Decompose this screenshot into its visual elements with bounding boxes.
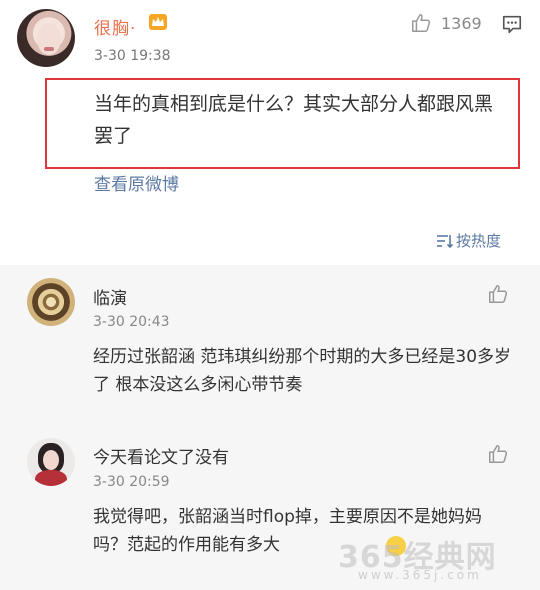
main-comment-timestamp: 3-30 19:38 <box>94 48 171 64</box>
main-comment-username[interactable]: 很胸· <box>94 14 136 39</box>
thumb-up-icon[interactable] <box>487 443 509 465</box>
sort-label: 按热度 <box>456 232 502 250</box>
main-comment-like-count: 1369 <box>441 14 482 33</box>
sort-button[interactable]: 按热度 <box>436 230 501 251</box>
crown-badge-icon <box>149 14 167 30</box>
sort-icon <box>437 234 454 248</box>
comment-bubble-icon[interactable] <box>501 13 523 35</box>
watermark-url: www.365j.com <box>358 568 482 582</box>
avatar-face <box>43 450 59 470</box>
thumb-up-icon[interactable] <box>410 12 432 34</box>
thumb-up-icon[interactable] <box>487 283 509 305</box>
reply-timestamp: 3-30 20:59 <box>93 474 170 490</box>
avatar-body <box>35 470 67 486</box>
reply-text: 经历过张韶涵 范玮琪纠纷那个时期的大多已经是30多岁了 根本没这么多闲心带节奏 <box>93 347 512 395</box>
reply-username[interactable]: 今天看论文了没有 <box>93 443 229 468</box>
reply-timestamp: 3-30 20:43 <box>93 314 170 330</box>
main-comment-avatar[interactable] <box>17 9 75 67</box>
avatar-lips <box>44 47 54 51</box>
main-comment-text: 当年的真相到底是什么？其实大部分人都跟风黑罢了 <box>94 93 494 147</box>
reply-avatar[interactable] <box>27 278 75 326</box>
view-original-link[interactable]: 查看原微博 <box>94 170 179 195</box>
reply-avatar[interactable] <box>27 438 75 486</box>
reply-username[interactable]: 临演 <box>93 284 127 309</box>
